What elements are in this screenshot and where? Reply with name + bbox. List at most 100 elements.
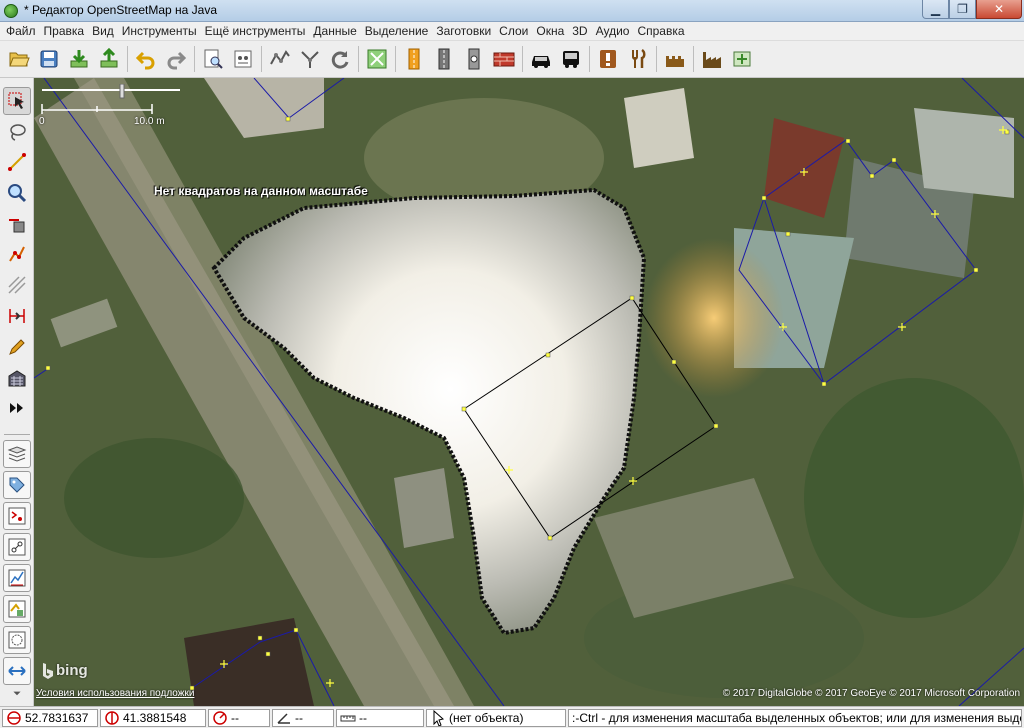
preset-industrial-button[interactable] [697, 43, 727, 75]
split-way-button[interactable] [3, 302, 31, 330]
toolbar-separator [656, 46, 657, 72]
menu-more-tools[interactable]: Ещё инструменты [201, 22, 310, 41]
imagery-terms-link[interactable]: Условия использования подложки [36, 688, 194, 699]
imagery-attribution: © 2017 DigitalGlobe © 2017 GeoEye © 2017… [722, 688, 1020, 699]
preset-hazard-button[interactable] [593, 43, 623, 75]
maximize-button[interactable]: ❐ [949, 0, 976, 19]
validator-panel-toggle[interactable] [3, 626, 31, 654]
toolbar-separator [194, 46, 195, 72]
toolbar-separator [589, 46, 590, 72]
menu-tools[interactable]: Инструменты [118, 22, 201, 41]
toolbar-separator [395, 46, 396, 72]
building-tool-button[interactable] [3, 364, 31, 392]
zoom-mode-button[interactable] [3, 179, 31, 207]
menu-audio[interactable]: Аудио [592, 22, 634, 41]
reverse-way-button[interactable] [325, 43, 355, 75]
combine-way-button[interactable] [295, 43, 325, 75]
title-bar: * Редактор OpenStreetMap на Java ▁ ❐ ✕ [0, 0, 1024, 22]
more-tools-button[interactable] [3, 394, 31, 422]
menu-3d[interactable]: 3D [568, 22, 591, 41]
conflicts-panel-toggle[interactable] [3, 595, 31, 623]
parallel-icon [8, 276, 26, 294]
simplify-way-icon [270, 50, 290, 65]
preset-road-button[interactable] [399, 43, 429, 75]
pencil-mode-button[interactable] [3, 333, 31, 361]
heading-icon [213, 710, 227, 725]
menu-file[interactable]: Файл [2, 22, 40, 41]
preset-shop-button[interactable] [727, 43, 757, 75]
download-button[interactable] [64, 43, 94, 75]
history-panel-toggle[interactable] [3, 564, 31, 592]
upload-button[interactable] [94, 43, 124, 75]
save-button[interactable] [34, 43, 64, 75]
toolbar-separator [127, 46, 128, 72]
bing-b-icon [43, 662, 53, 679]
building-icon [8, 370, 26, 387]
distance-value: -- [359, 710, 367, 725]
map-paint-toggle[interactable] [3, 657, 31, 685]
menu-layers[interactable]: Слои [495, 22, 532, 41]
layers-panel-toggle[interactable] [3, 440, 31, 468]
shop-icon [733, 51, 751, 67]
preset-track-button[interactable] [429, 43, 459, 75]
lasso-mode-button[interactable] [3, 118, 31, 146]
select-mode-button[interactable] [3, 87, 31, 115]
simplify-way-button[interactable] [265, 43, 295, 75]
preset-restaurant-button[interactable] [623, 43, 653, 75]
arrows-horizontal-icon [8, 666, 26, 676]
window-title: * Редактор OpenStreetMap на Java [24, 3, 218, 17]
orthogonalize-icon [367, 49, 387, 69]
draw-mode-button[interactable] [3, 148, 31, 176]
close-button[interactable]: ✕ [976, 0, 1022, 19]
window-controls: ▁ ❐ ✕ [922, 0, 1022, 19]
panel-expand-button[interactable] [3, 685, 31, 703]
aerial-imagery [34, 78, 1024, 706]
minimize-button[interactable]: ▁ [922, 0, 949, 19]
selection-list-toggle[interactable] [3, 502, 31, 530]
lasso-icon [10, 124, 26, 141]
preset-wall-button[interactable] [489, 43, 519, 75]
object-info-value: (нет объекта) [449, 710, 524, 725]
status-bar: 52.7831637 41.3881548 -- -- -- (нет объе… [0, 706, 1024, 728]
draw-line-icon [8, 153, 26, 171]
menu-data[interactable]: Данные [309, 22, 360, 41]
history-icon [8, 569, 26, 587]
preferences-button[interactable] [198, 43, 228, 75]
preset-castle-button[interactable] [660, 43, 690, 75]
preset-bus-button[interactable] [556, 43, 586, 75]
tag-icon [9, 477, 25, 493]
refresh-icon [331, 51, 349, 69]
menu-presets[interactable]: Заготовки [432, 22, 495, 41]
menu-windows[interactable]: Окна [532, 22, 568, 41]
parallel-way-button[interactable] [3, 271, 31, 299]
orthogonalize-button[interactable] [362, 43, 392, 75]
redo-button[interactable] [161, 43, 191, 75]
map-view[interactable]: 0 10.0 m Нет квадратов на данном масштаб… [34, 78, 1024, 706]
relations-panel-toggle[interactable] [3, 533, 31, 561]
magnifier-icon [8, 184, 27, 203]
menu-view[interactable]: Вид [88, 22, 118, 41]
zoom-document-icon [204, 49, 223, 69]
conflict-icon [8, 600, 26, 618]
undo-button[interactable] [131, 43, 161, 75]
double-chevron-right-icon [10, 403, 23, 413]
main-toolbar [0, 41, 1024, 78]
no-tiles-message: Нет квадратов на данном масштабе [154, 184, 368, 198]
scale-end-label: 10.0 m [134, 116, 165, 127]
properties-button[interactable] [228, 43, 258, 75]
object-info-field[interactable]: (нет объекта) [426, 708, 566, 727]
delete-mode-button[interactable] [3, 210, 31, 238]
menu-help[interactable]: Справка [633, 22, 688, 41]
zoom-slider[interactable] [40, 84, 190, 128]
car-icon [532, 56, 550, 68]
upload-icon [100, 48, 118, 68]
menu-selection[interactable]: Выделение [361, 22, 433, 41]
open-file-button[interactable] [4, 43, 34, 75]
tags-panel-toggle[interactable] [3, 471, 31, 499]
preset-car-button[interactable] [526, 43, 556, 75]
improve-way-button[interactable] [3, 240, 31, 268]
menu-edit[interactable]: Правка [40, 22, 89, 41]
select-pointer-icon [8, 92, 24, 109]
filter-icon [8, 631, 26, 649]
preset-path-button[interactable] [459, 43, 489, 75]
